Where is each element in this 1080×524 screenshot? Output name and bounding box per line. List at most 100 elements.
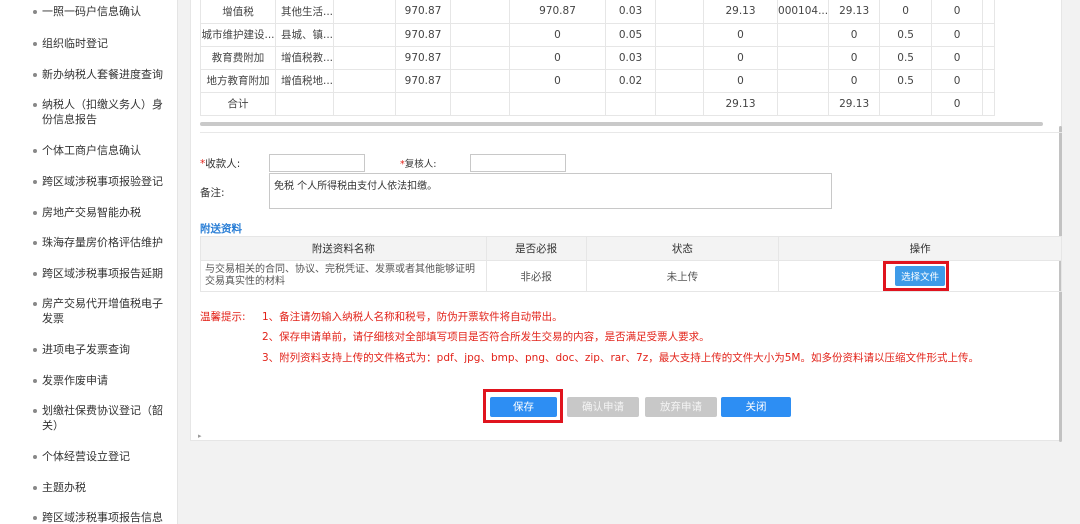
payee-input[interactable] xyxy=(269,154,365,172)
attachment-status: 未上传 xyxy=(585,260,780,292)
attachments-section-title: 附送资料 xyxy=(200,223,242,235)
table-cell xyxy=(333,92,397,116)
table-cell: 增值税地... xyxy=(275,69,335,93)
sidebar-item-label: 个体工商户信息确认 xyxy=(42,144,141,157)
table-cell: 0.5 xyxy=(879,46,933,70)
bullet-icon xyxy=(33,486,37,490)
table-cell: 0.03 xyxy=(605,46,657,70)
attachment-required: 非必报 xyxy=(485,260,587,292)
table-row: 增值税 其他生活... 970.87 970.87 0.03 29.13 000104...… xyxy=(200,0,996,24)
table-cell xyxy=(333,23,397,47)
sidebar-item-label: 组织临时登记 xyxy=(42,37,108,50)
table-cell: 教育费附加 xyxy=(200,46,276,70)
bullet-icon xyxy=(33,409,37,413)
table-cell: 0.03 xyxy=(605,0,657,24)
tips-heading: 温馨提示: xyxy=(200,311,246,323)
sidebar-item[interactable]: 划缴社保费协议登记（韶关） xyxy=(0,403,177,433)
table-cell xyxy=(777,69,830,93)
table-cell xyxy=(982,92,996,116)
table-cell xyxy=(333,46,397,70)
remark-textarea[interactable]: 免税 个人所得税由支付人依法扣缴。 xyxy=(269,173,832,209)
table-cell xyxy=(450,0,511,24)
payee-label: *收款人: xyxy=(200,158,241,170)
abandon-application-button[interactable]: 放弃申请 xyxy=(645,397,717,417)
table-cell: 城市维护建设... xyxy=(200,23,276,47)
column-header: 状态 xyxy=(585,236,780,261)
sidebar-item[interactable]: 新办纳税人套餐进度查询 xyxy=(0,67,177,82)
bullet-icon xyxy=(33,42,37,46)
table-cell xyxy=(333,69,397,93)
bullet-icon xyxy=(33,272,37,276)
bullet-icon xyxy=(33,10,37,14)
table-cell: 0 xyxy=(509,46,607,70)
sidebar-item-label: 跨区域涉税事项报验登记 xyxy=(42,175,163,188)
table-cell xyxy=(605,92,657,116)
sidebar-item[interactable]: 跨区域涉税事项报告延期 xyxy=(0,266,177,281)
table-cell: 0 xyxy=(509,23,607,47)
table-row: 合计 29.13 29.13 0 xyxy=(200,92,996,116)
table-cell: 0 xyxy=(703,46,779,70)
bullet-icon xyxy=(33,103,37,107)
table-cell: 0 xyxy=(703,69,779,93)
bullet-icon xyxy=(33,455,37,459)
bullet-icon xyxy=(33,241,37,245)
sidebar-item-label: 主题办税 xyxy=(42,481,86,494)
table-cell: 0 xyxy=(931,0,984,24)
table-cell xyxy=(655,92,705,116)
table-cell: 县城、镇... xyxy=(275,23,335,47)
sidebar-item[interactable]: 跨区域涉税事项报验登记 xyxy=(0,174,177,189)
attachment-name: 与交易相关的合同、协议、完税凭证、发票或者其他能够证明交易真实性的材料 xyxy=(200,260,487,292)
attachments-header-row: 附送资料名称 是否必报 状态 操作 xyxy=(200,236,1062,261)
table-cell xyxy=(777,46,830,70)
sidebar-item[interactable]: 跨区域涉税事项报告信息 xyxy=(0,510,177,524)
tip-line: 2、保存申请单前，请仔细核对全部填写项目是否符合所发生交易的内容，是否满足受票人… xyxy=(262,331,710,343)
table-cell xyxy=(655,23,705,47)
tip-line: 1、备注请勿输入纳税人名称和税号，防伪开票软件将自动带出。 xyxy=(262,311,563,323)
table-cell: 0 xyxy=(509,69,607,93)
column-header: 操作 xyxy=(778,236,1062,261)
sidebar-item[interactable]: 珠海存量房价格评估维护 xyxy=(0,235,177,250)
sidebar-item[interactable]: 个体经营设立登记 xyxy=(0,449,177,464)
table-cell xyxy=(777,92,830,116)
table-row: 地方教育附加 增值税地... 970.87 0 0.02 0 0 0.5 0 xyxy=(200,69,996,93)
sidebar-item[interactable]: 一照一码户信息确认 xyxy=(0,4,177,19)
horizontal-scrollbar[interactable] xyxy=(200,122,1043,126)
table-cell: 29.13 xyxy=(828,92,881,116)
table-cell xyxy=(982,23,996,47)
sidebar-item[interactable]: 组织临时登记 xyxy=(0,36,177,51)
reviewer-input[interactable] xyxy=(470,154,566,172)
tax-detail-table: 增值税 其他生活... 970.87 970.87 0.03 29.13 000104...… xyxy=(200,0,996,116)
table-cell xyxy=(982,0,996,24)
table-row: 教育费附加 增值税教... 970.87 0 0.03 0 0 0.5 0 xyxy=(200,46,996,70)
sidebar-item[interactable]: 发票作废申请 xyxy=(0,373,177,388)
sidebar-item[interactable]: 进项电子发票查询 xyxy=(0,342,177,357)
table-cell: 0 xyxy=(828,69,881,93)
column-header: 附送资料名称 xyxy=(200,236,487,261)
table-cell: 970.87 xyxy=(395,46,452,70)
sidebar-item-label: 发票作废申请 xyxy=(42,374,108,387)
remark-label: 备注: xyxy=(200,187,225,199)
sidebar-item[interactable]: 房产交易代开增值税电子发票 xyxy=(0,296,177,326)
sidebar-item[interactable]: 房地产交易智能办税 xyxy=(0,205,177,220)
table-cell: 地方教育附加 xyxy=(200,69,276,93)
sidebar-item-label: 房地产交易智能办税 xyxy=(42,206,141,219)
sidebar-item-label: 房产交易代开增值税电子发票 xyxy=(42,297,163,325)
confirm-application-button[interactable]: 确认申请 xyxy=(567,397,639,417)
table-cell xyxy=(450,69,511,93)
table-cell: 0 xyxy=(931,46,984,70)
sidebar-item-label: 新办纳税人套餐进度查询 xyxy=(42,68,163,81)
bullet-icon xyxy=(33,149,37,153)
table-cell xyxy=(395,92,452,116)
sidebar-item[interactable]: 纳税人（扣缴义务人）身份信息报告 xyxy=(0,97,177,127)
bullet-icon xyxy=(33,302,37,306)
bullet-icon xyxy=(33,180,37,184)
table-cell: 0 xyxy=(703,23,779,47)
table-cell: 0 xyxy=(931,69,984,93)
sidebar-item-label: 进项电子发票查询 xyxy=(42,343,130,356)
sidebar-item[interactable]: 主题办税 xyxy=(0,480,177,495)
table-cell xyxy=(333,0,397,24)
sidebar-item[interactable]: 个体工商户信息确认 xyxy=(0,143,177,158)
bullet-icon xyxy=(33,516,37,520)
close-button[interactable]: 关闭 xyxy=(721,397,791,417)
sidebar-item-label: 跨区域涉税事项报告信息 xyxy=(42,511,163,524)
